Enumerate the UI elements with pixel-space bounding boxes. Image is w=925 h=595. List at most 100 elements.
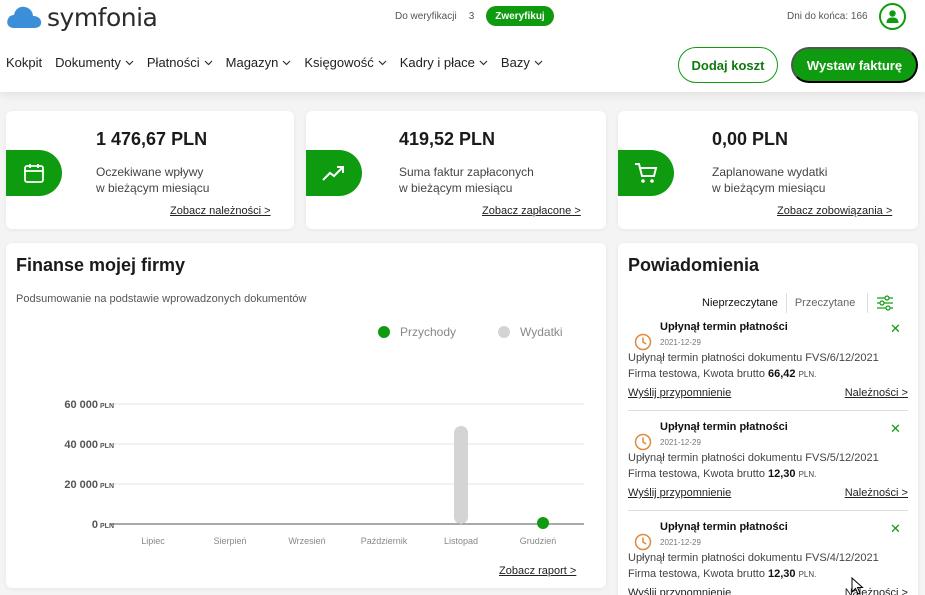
chevron-down-icon [125,60,134,65]
receivables-link[interactable]: Należności > [845,487,908,499]
top-header: symfonia Do weryfikacji 3 Zweryfikuj Dni… [0,0,925,92]
chevron-down-icon [378,60,387,65]
logo[interactable]: symfonia [5,2,158,32]
calendar-icon [24,164,44,183]
stat-card-paid-invoices: 419,52 PLN Suma faktur zapłaconych w bież… [306,111,606,229]
see-paid-link[interactable]: Zobacz zapłacone > [482,205,581,217]
chevron-down-icon [479,60,488,65]
x-tick-label: Wrzesień [288,536,325,546]
legend-expenses[interactable]: Wydatki [498,325,563,339]
legend-expenses-dot [498,326,510,338]
notification-tabs: Nieprzeczytane Przeczytane [694,293,894,313]
chevron-down-icon [282,60,291,65]
nav-item-kadry[interactable]: Kadry i płace [400,55,488,70]
issue-invoice-button[interactable]: Wystaw fakturę [791,47,918,83]
finance-subtitle: Podsumowanie na podstawie wprowadzonych … [16,293,307,305]
legend-income[interactable]: Przychody [378,325,456,339]
nav-item-bazy[interactable]: Bazy [501,55,543,70]
notification-body: Upłynął termin płatności dokumentu FVS/4… [628,552,879,580]
finance-card: Finanse mojej firmy Podsumowanie na pods… [6,243,606,588]
notification-title: Upłynął termin płatności [660,421,788,433]
notification-title: Upłynął termin płatności [660,521,788,533]
verify-label: Do weryfikacji [395,10,457,22]
see-report-link[interactable]: Zobacz raport > [499,565,576,577]
notification-date: 2021-12-29 [660,338,701,347]
notifications-card: Powiadomienia Nieprzeczytane Przeczytane… [618,243,918,595]
y-tick-label: 60 000 [64,399,98,411]
verify-button[interactable]: Zweryfikuj [486,6,554,26]
legend-income-label: Przychody [400,325,457,339]
clock-icon [634,333,652,351]
stat-amount: 1 476,67 PLN [96,129,208,149]
logo-text: symfonia [47,2,158,32]
cloud-logo-icon [7,6,42,28]
notification-body: Upłynął termin płatności dokumentu FVS/5… [628,452,879,480]
notification-title: Upłynął termin płatności [660,321,788,333]
legend-expenses-label: Wydatki [520,325,563,339]
main-nav: Kokpit Dokumenty Płatności Magazyn Księg… [6,55,556,70]
nav-item-kokpit[interactable]: Kokpit [6,55,42,70]
sliders-icon [877,295,894,311]
stat-badge [306,150,362,196]
x-tick-label: Październik [361,536,408,546]
notifications-title: Powiadomienia [628,255,760,275]
user-icon [886,10,899,23]
filter-settings-icon[interactable] [867,293,894,313]
dismiss-icon[interactable]: ✕ [890,321,901,337]
y-tick-unit: PLN [100,403,114,410]
verification-status: Do weryfikacji 3 Zweryfikuj [395,6,554,26]
receivables-link[interactable]: Należności > [845,387,908,399]
mouse-cursor-icon [851,577,864,595]
tab-read[interactable]: Przeczytane [785,293,864,313]
divider [628,410,908,411]
stat-badge [6,150,62,196]
chevron-down-icon [204,60,213,65]
see-liabilities-link[interactable]: Zobacz zobowiązania > [777,205,892,217]
x-tick-label: Listopad [444,536,478,546]
y-tick-label: 0 [92,519,98,531]
nav-item-magazyn[interactable]: Magazyn [226,55,292,70]
chevron-down-icon [534,60,543,65]
send-reminder-link[interactable]: Wyślij przypomnienie [628,387,731,399]
notification-body: Upłynął termin płatności dokumentu FVS/6… [628,352,879,380]
notification-date: 2021-12-29 [660,538,701,547]
tab-unread[interactable]: Nieprzeczytane [694,293,786,313]
finance-title: Finanse mojej firmy [16,255,186,275]
stat-amount: 0,00 PLN [712,129,789,149]
notification-date: 2021-12-29 [660,438,701,447]
divider [628,510,908,511]
send-reminder-link[interactable]: Wyślij przypomnienie [628,587,731,595]
stat-card-expected-income: 1 476,67 PLN Oczekiwane wpływy w bieżącym… [6,111,294,229]
nav-item-dokumenty[interactable]: Dokumenty [55,55,134,70]
dismiss-icon[interactable]: ✕ [890,421,901,437]
see-receivables-link[interactable]: Zobacz należności > [170,205,271,217]
stat-amount: 419,52 PLN [399,129,496,149]
stat-card-planned-expenses: 0,00 PLN Zaplanowane wydatki w bieżącym m… [618,111,918,229]
clock-icon [634,433,652,451]
trend-up-icon [322,166,344,181]
nav-item-ksiegowosc[interactable]: Księgowość [304,55,387,70]
nav-item-platnosci[interactable]: Płatności [147,55,213,70]
x-tick-label: Lipiec [141,536,165,546]
add-cost-button[interactable]: Dodaj koszt [678,47,778,83]
send-reminder-link[interactable]: Wyślij przypomnienie [628,487,731,499]
y-tick-label: 40 000 [64,439,98,451]
bar-expenses [454,426,468,524]
legend-income-dot [378,326,390,338]
stat-description: Zaplanowane wydatki w bieżącym miesiącu [712,165,828,195]
x-tick-label: Grudzień [520,536,557,546]
y-tick-unit: PLN [100,523,114,530]
finance-chart: 60 000 PLN40 000 PLN20 000 PLN0 PLNLipiec Sie… [64,399,584,546]
verify-count: 3 [468,10,475,22]
stat-badge [618,150,674,196]
clock-icon [634,533,652,551]
dismiss-icon[interactable]: ✕ [890,521,901,537]
stat-description: Oczekiwane wpływy w bieżącym miesiącu [96,165,210,195]
y-tick-unit: PLN [100,443,114,450]
days-left-label: Dni do końca: 166 [787,11,868,22]
y-tick-unit: PLN [100,483,114,490]
y-tick-label: 20 000 [64,479,98,491]
bar-income [537,517,549,529]
x-tick-label: Sierpień [213,536,246,546]
user-account-icon[interactable] [879,3,906,30]
